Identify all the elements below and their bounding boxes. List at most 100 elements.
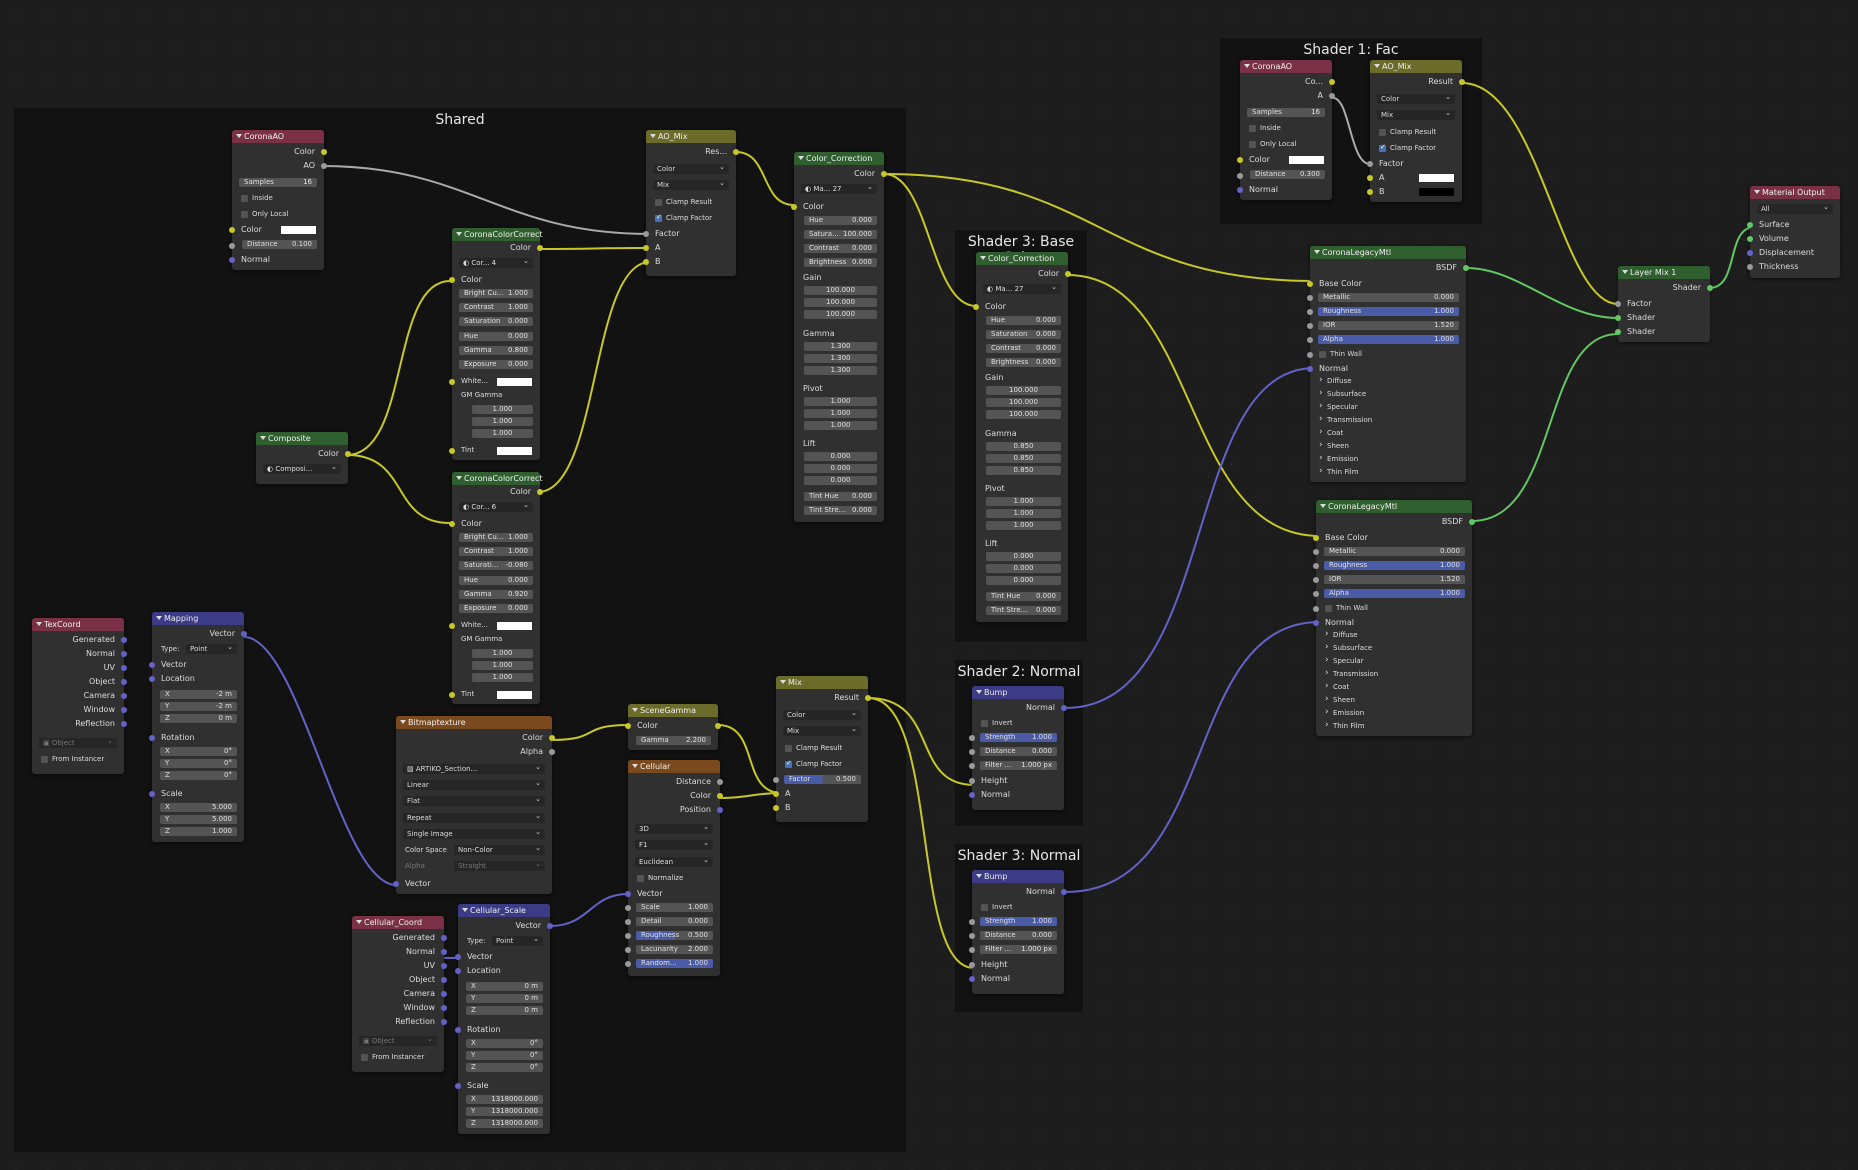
panel-emission[interactable]: Emission	[1325, 707, 1364, 719]
socket-alpha-in[interactable]	[1313, 591, 1319, 597]
blend-mode-dropdown[interactable]: Mix	[653, 178, 729, 190]
socket-b-in[interactable]	[1367, 189, 1373, 195]
texture-selector[interactable]: ◐ Ma... 27	[801, 182, 877, 194]
socket-color-in[interactable]	[449, 277, 455, 283]
socket-white-in[interactable]	[449, 379, 455, 385]
source-dropdown[interactable]: Single Image	[403, 827, 545, 839]
rotation-z[interactable]: Z 0°	[160, 771, 237, 780]
node-corona-legacy-mtl[interactable]: CoronaLegacyMtl BSDF Base Color Metallic…	[1307, 246, 1469, 482]
rotation-y[interactable]: Y 0°	[466, 1051, 543, 1060]
gamma-r[interactable]: 1.300	[804, 342, 877, 351]
node-header[interactable]: Material Output	[1750, 186, 1840, 199]
socket-factor-in[interactable]	[1367, 161, 1373, 167]
ior-field[interactable]: IOR 1.520	[1318, 321, 1459, 330]
node-ao-mix[interactable]: AO_Mix Result Color Mix Clamp Result Cla…	[1367, 60, 1465, 202]
panel-coat[interactable]: Coat	[1325, 681, 1349, 693]
randomness-field[interactable]: Random... 1.000	[636, 959, 713, 968]
node-header[interactable]: CoronaLegacyMtl	[1310, 246, 1466, 259]
tint-swatch[interactable]	[497, 447, 532, 455]
location-x[interactable]: X -2 m	[160, 690, 237, 699]
socket-vector-out[interactable]	[547, 923, 553, 929]
socket-color-out[interactable]	[717, 793, 723, 799]
socket-window-out[interactable]	[441, 1005, 447, 1011]
socket-rotation-in[interactable]	[149, 735, 155, 741]
socket-color-in[interactable]	[625, 723, 631, 729]
socket-color-in[interactable]	[791, 204, 797, 210]
panel-specular[interactable]: Specular	[1325, 655, 1364, 667]
socket-shader1-in[interactable]	[1615, 315, 1621, 321]
inside-checkbox[interactable]: Inside	[241, 193, 273, 204]
socket-normal-in[interactable]	[229, 257, 235, 263]
hue-field[interactable]: Hue 0.000	[986, 316, 1061, 325]
location-z[interactable]: Z0 m	[466, 1006, 543, 1015]
socket-roughness-in[interactable]	[1307, 309, 1313, 315]
socket-volume-in[interactable]	[1747, 236, 1753, 242]
a-swatch[interactable]	[1419, 174, 1454, 182]
socket-strength-in[interactable]	[969, 919, 975, 925]
clamp-factor-checkbox[interactable]: Clamp Factor	[655, 212, 712, 224]
node-corona-color-correct[interactable]: CoronaColorCorrect Color ◐ Cor... 4 Colo…	[449, 228, 543, 460]
distance-field[interactable]: Distance 0.100	[242, 240, 317, 249]
socket-vector-in[interactable]	[149, 662, 155, 668]
socket-distance-in[interactable]	[229, 243, 235, 249]
socket-lacunarity-in[interactable]	[625, 947, 631, 953]
panel-sheen[interactable]: Sheen	[1319, 440, 1349, 452]
socket-alpha-out[interactable]	[549, 749, 555, 755]
lift-g[interactable]: 0.000	[986, 564, 1061, 573]
socket-reflection-out[interactable]	[121, 721, 127, 727]
blend-mode-dropdown[interactable]: Mix	[783, 724, 861, 736]
metallic-field[interactable]: Metallic 0.000	[1324, 547, 1465, 556]
node-header[interactable]: Mapping	[152, 612, 244, 625]
scale-x[interactable]: X 5.000	[160, 803, 237, 812]
socket-rotation-in[interactable]	[455, 1027, 461, 1033]
gamma-b[interactable]: 0.850	[986, 466, 1061, 475]
projection-dropdown[interactable]: Flat	[403, 794, 545, 806]
invert-checkbox[interactable]: Invert	[981, 718, 1013, 729]
distance-field[interactable]: Distance 0.000	[980, 931, 1057, 940]
socket-base-color-in[interactable]	[1307, 281, 1313, 287]
pivot-b[interactable]: 1.000	[986, 521, 1061, 530]
lacunarity-field[interactable]: Lacunarity 2.000	[636, 945, 713, 954]
filter-width-field[interactable]: Filter ... 1.000 px	[980, 761, 1057, 770]
rotation-x[interactable]: X 0°	[160, 747, 237, 756]
node-cellular-scale[interactable]: Cellular_Scale Vector Type: Point Vector…	[455, 904, 553, 1134]
roughness-field[interactable]: Roughness 1.000	[1318, 307, 1459, 316]
socket-a-in[interactable]	[1367, 175, 1373, 181]
thin-wall-checkbox[interactable]: Thin Wall	[1319, 349, 1362, 360]
gm-gamma-b[interactable]: 1.000	[472, 673, 533, 682]
socket-normal-in[interactable]	[969, 976, 975, 982]
gm-gamma-r[interactable]: 1.000	[472, 405, 533, 414]
panel-thin-film[interactable]: Thin Film	[1319, 466, 1359, 478]
node-bump[interactable]: Bump Normal Invert Strength 1.000 Distanc…	[969, 686, 1067, 810]
type-dropdown[interactable]: Point	[492, 934, 543, 946]
socket-factor-in[interactable]	[1615, 301, 1621, 307]
socket-color-in[interactable]	[229, 227, 235, 233]
socket-window-out[interactable]	[121, 707, 127, 713]
normalize-checkbox[interactable]: Normalize	[637, 873, 683, 884]
brightness-field[interactable]: Brightness 0.000	[986, 358, 1061, 367]
location-y[interactable]: Y -2 m	[160, 702, 237, 711]
socket-tint-in[interactable]	[449, 448, 455, 454]
panel-sheen[interactable]: Sheen	[1325, 694, 1355, 706]
dimensions-dropdown[interactable]: 3D	[635, 822, 713, 834]
socket-vector-in[interactable]	[625, 891, 631, 897]
samples-field[interactable]: Samples 16	[239, 178, 317, 187]
white-swatch[interactable]	[497, 378, 532, 386]
pivot-r[interactable]: 1.000	[986, 497, 1061, 506]
gain-g[interactable]: 100.000	[986, 398, 1061, 407]
gamma-g[interactable]: 1.300	[804, 354, 877, 363]
panel-subsurface[interactable]: Subsurface	[1325, 642, 1372, 654]
node-composite[interactable]: Composite Color ◐ Composi...	[256, 432, 351, 484]
socket-normal-in[interactable]	[1307, 366, 1313, 372]
panel-specular[interactable]: Specular	[1319, 401, 1358, 413]
socket-strength-in[interactable]	[969, 735, 975, 741]
alpha-field[interactable]: Alpha 1.000	[1324, 589, 1465, 598]
clamp-result-checkbox[interactable]: Clamp Result	[1379, 127, 1436, 138]
socket-result-out[interactable]	[1459, 79, 1465, 85]
socket-bsdf-out[interactable]	[1469, 519, 1475, 525]
panel-coat[interactable]: Coat	[1319, 427, 1343, 439]
texture-selector[interactable]: ◐ Cor... 4	[459, 256, 533, 268]
panel-transmission[interactable]: Transmission	[1325, 668, 1378, 680]
socket-a-in[interactable]	[773, 791, 779, 797]
socket-distance-in[interactable]	[969, 749, 975, 755]
